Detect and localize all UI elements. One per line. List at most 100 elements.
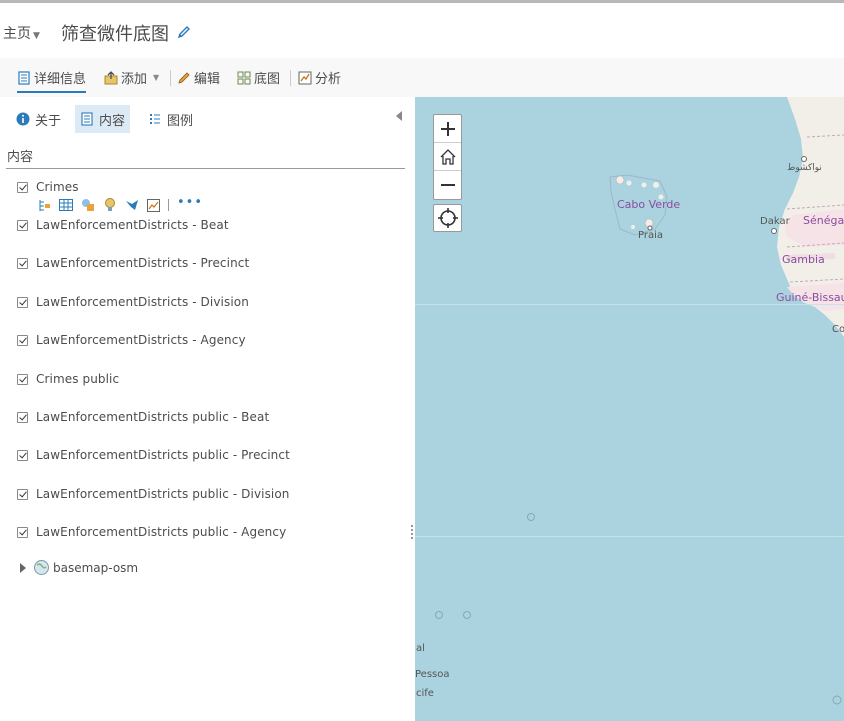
home-icon	[440, 148, 455, 165]
layer-visibility-checkbox[interactable]	[17, 181, 28, 193]
tab-content[interactable]: 内容	[75, 105, 131, 133]
add-button[interactable]: 添加 ▼	[104, 68, 159, 87]
tab-legend-label: 图例	[167, 113, 194, 129]
map-label-senegal: Sénégal	[803, 214, 844, 227]
layer-label: Crimes public	[36, 372, 120, 386]
layer-label: LawEnforcementDistricts public - Precinc…	[36, 448, 290, 462]
show-item-details-icon[interactable]	[38, 199, 51, 212]
map-label-dakar: Dakar	[760, 216, 790, 227]
layer-item[interactable]: LawEnforcementDistricts - Precinct	[17, 254, 249, 272]
plus-icon	[440, 121, 455, 136]
add-layer-icon	[104, 70, 118, 84]
layer-visibility-checkbox[interactable]	[17, 526, 28, 538]
layer-visibility-checkbox[interactable]	[17, 257, 28, 269]
map-label-praia: Praia	[638, 230, 663, 241]
locate-button[interactable]	[433, 204, 462, 232]
locate-crosshair-icon	[437, 208, 458, 228]
divider	[6, 168, 405, 169]
map-view[interactable]: Cabo Verde Praia Dakar Sénégal Gambia Gu…	[415, 97, 844, 721]
home-label: 主页	[3, 26, 31, 42]
layer-label: Crimes	[36, 180, 79, 194]
zoom-out-button[interactable]	[434, 171, 461, 199]
edit-title-pencil-icon[interactable]	[177, 25, 191, 39]
default-extent-button[interactable]	[434, 143, 461, 171]
layer-visibility-checkbox[interactable]	[17, 411, 28, 423]
map-title: 筛查微件底图	[61, 24, 169, 45]
info-icon	[16, 112, 30, 126]
home-menu[interactable]: 主页 ▼	[3, 23, 40, 43]
show-table-icon[interactable]	[59, 199, 73, 211]
map-label-recife: cife	[416, 688, 434, 699]
basemap-label: 底图	[254, 72, 281, 87]
tab-about-label: 关于	[35, 113, 62, 129]
toolbar-divider	[290, 70, 291, 86]
edit-button[interactable]: 编辑	[178, 68, 220, 87]
graticule-line	[415, 304, 844, 305]
layer-label: LawEnforcementDistricts public - Agency	[36, 525, 287, 539]
layer-label: LawEnforcementDistricts - Precinct	[36, 256, 250, 270]
layer-visibility-checkbox[interactable]	[17, 334, 28, 346]
zoom-in-button[interactable]	[434, 115, 461, 143]
tab-about[interactable]: 关于	[11, 105, 66, 133]
layer-label: LawEnforcementDistricts - Agency	[36, 333, 246, 347]
basemap-grid-icon	[237, 71, 251, 84]
layer-item[interactable]: LawEnforcementDistricts public - Precinc…	[17, 446, 290, 464]
layer-label: LawEnforcementDistricts public - Beat	[36, 410, 270, 424]
layer-visibility-checkbox[interactable]	[17, 488, 28, 500]
details-button[interactable]: 详细信息	[17, 68, 87, 93]
layer-item[interactable]: LawEnforcementDistricts public - Agency	[17, 523, 286, 541]
layer-label: LawEnforcementDistricts - Division	[36, 295, 249, 309]
map-label-guinea-bissau: Guiné-Bissau	[776, 291, 844, 304]
details-label: 详细信息	[34, 72, 87, 87]
show-legend-icon[interactable]	[147, 198, 160, 212]
change-style-icon[interactable]	[81, 198, 95, 212]
add-label: 添加	[121, 72, 148, 87]
filter-icon[interactable]	[103, 198, 117, 212]
layer-item[interactable]: LawEnforcementDistricts - Division	[17, 293, 249, 311]
layer-visibility-checkbox[interactable]	[17, 296, 28, 308]
edit-label: 编辑	[194, 72, 221, 87]
tab-legend[interactable]: 图例	[143, 105, 198, 133]
chevron-down-icon: ▼	[33, 31, 40, 41]
divider	[168, 199, 169, 211]
map-label-nouakchott: نواكشوط	[787, 163, 822, 173]
toolbar-divider	[170, 70, 171, 86]
graticule-line	[415, 536, 844, 537]
zoom-controls	[433, 114, 462, 200]
layer-item[interactable]: Crimes	[17, 178, 79, 196]
layer-item[interactable]: LawEnforcementDistricts - Agency	[17, 331, 246, 349]
map-label-pessoa: Pessoa	[415, 669, 450, 680]
basemap-layer-label: basemap-osm	[53, 560, 139, 575]
layer-visibility-checkbox[interactable]	[17, 449, 28, 461]
globe-icon	[34, 560, 49, 575]
basemap-button[interactable]: 底图	[237, 68, 280, 87]
layer-visibility-checkbox[interactable]	[17, 373, 28, 385]
analysis-label: 分析	[315, 72, 342, 87]
details-icon	[18, 70, 30, 85]
basemap-layer-item[interactable]: basemap-osm	[20, 560, 138, 575]
layer-label: LawEnforcementDistricts public - Divisio…	[36, 487, 290, 501]
perform-analysis-icon[interactable]	[125, 198, 139, 212]
minus-icon	[440, 184, 455, 186]
layer-visibility-checkbox[interactable]	[17, 219, 28, 231]
collapse-panel-icon[interactable]	[396, 111, 402, 121]
layer-label: LawEnforcementDistricts - Beat	[36, 218, 229, 232]
layer-item[interactable]: LawEnforcementDistricts public - Divisio…	[17, 485, 290, 503]
expand-caret-icon[interactable]	[20, 562, 26, 573]
layer-item[interactable]: LawEnforcementDistricts public - Beat	[17, 408, 269, 426]
map-label-gambia: Gambia	[782, 253, 825, 266]
top-header: 主页 ▼ 筛查微件底图	[0, 0, 844, 58]
section-title: 内容	[7, 150, 34, 165]
layer-item[interactable]: LawEnforcementDistricts - Beat	[17, 216, 229, 234]
toolbar: 详细信息 添加 ▼ 编辑 底图 分析	[0, 58, 844, 97]
panel-splitter-handle[interactable]	[411, 525, 414, 541]
pencil-icon	[178, 72, 190, 84]
legend-list-icon	[150, 114, 160, 124]
analysis-icon	[298, 71, 312, 84]
analysis-button[interactable]: 分析	[298, 68, 341, 87]
panel-tabs: 关于 内容 图例	[0, 105, 405, 133]
tab-content-label: 内容	[99, 113, 126, 129]
layer-item[interactable]: Crimes public	[17, 370, 119, 388]
more-options-icon[interactable]: •••	[177, 195, 203, 210]
chevron-down-icon: ▼	[153, 73, 160, 82]
